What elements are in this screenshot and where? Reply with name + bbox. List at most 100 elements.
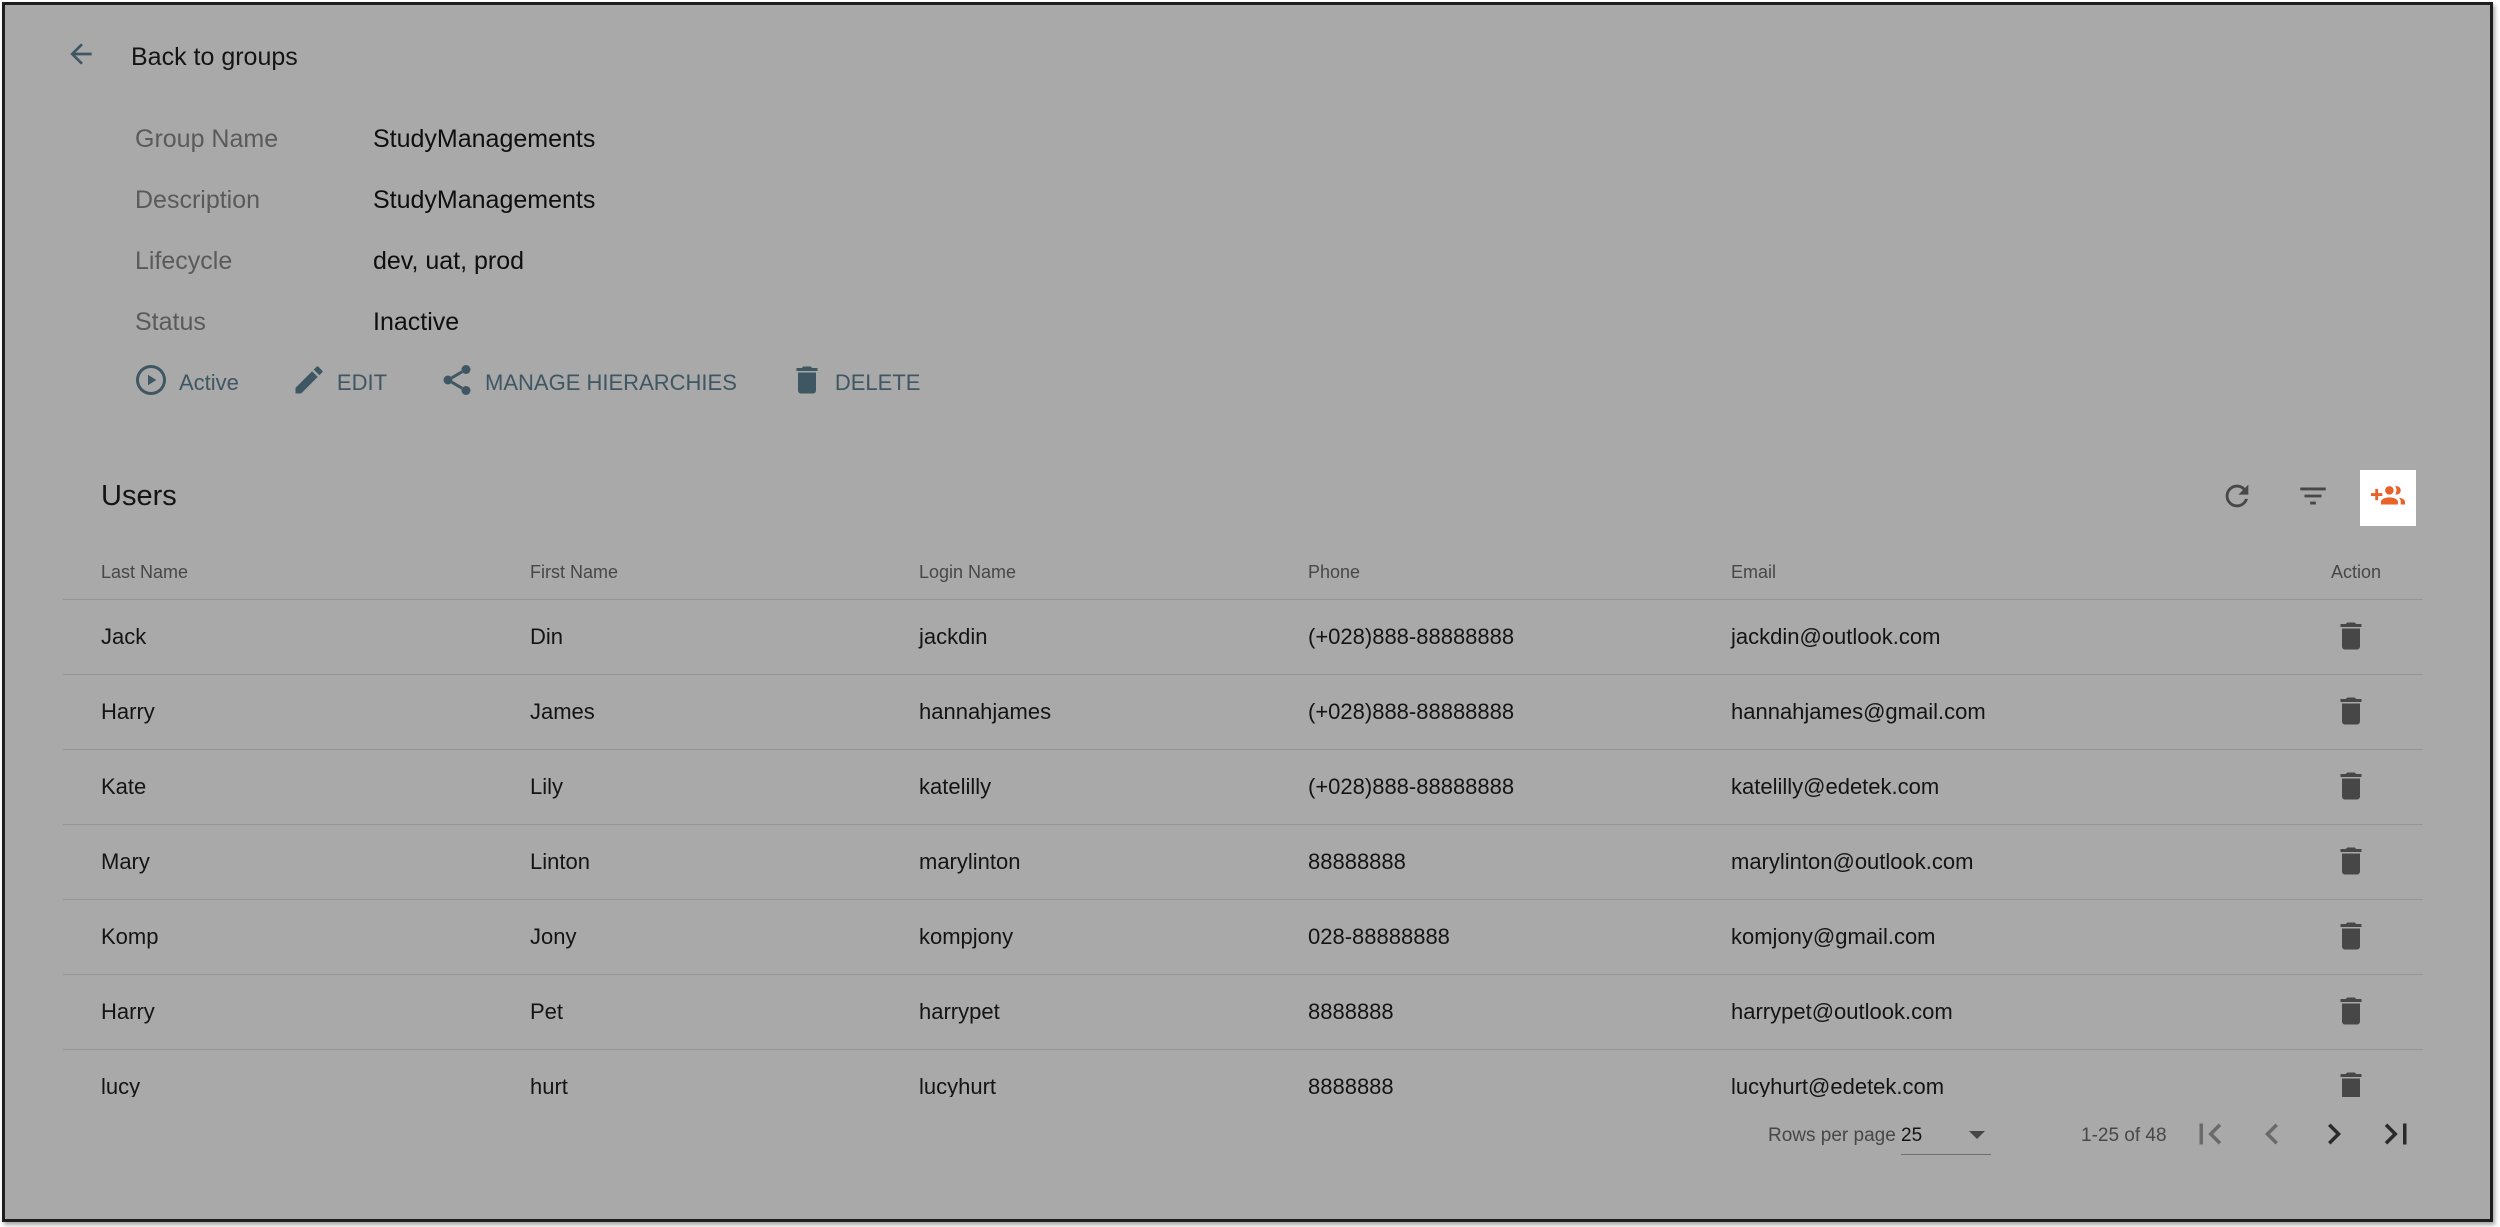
delete-group-button[interactable]: DELETE bbox=[789, 362, 921, 404]
add-users-button[interactable] bbox=[2360, 470, 2416, 526]
delete-label: DELETE bbox=[834, 370, 921, 395]
delete-row-button[interactable] bbox=[2333, 843, 2373, 883]
edit-button[interactable]: EDIT bbox=[291, 363, 387, 403]
pencil-icon bbox=[291, 362, 327, 404]
last-name-cell: Jack bbox=[101, 624, 147, 649]
chevron-right-icon bbox=[2328, 1123, 2341, 1145]
email-cell: jackdin@outlook.com bbox=[1731, 624, 1941, 649]
last-name-cell: lucy bbox=[101, 1074, 141, 1097]
phone-cell: (+028)888-88888888 bbox=[1308, 699, 1515, 724]
status-row: Status Inactive bbox=[135, 292, 595, 353]
trash-icon bbox=[2340, 922, 2362, 950]
pagination-bar: Rows per page 25 1-25 of 48 bbox=[63, 1097, 2443, 1180]
share-icon bbox=[439, 362, 475, 404]
previous-page-button[interactable] bbox=[2251, 1113, 2295, 1157]
page-range: 1-25 of 48 bbox=[2081, 1125, 2167, 1146]
last-page-button[interactable] bbox=[2375, 1113, 2419, 1157]
table-row[interactable]: lucy hurt lucyhurt 8888888 lucyhurt@edet… bbox=[63, 1050, 2423, 1097]
table-row[interactable]: Harry Pet harrypet 8888888 harrypet@outl… bbox=[63, 975, 2423, 1050]
first-name-cell: Lily bbox=[530, 774, 564, 799]
filter-list-icon bbox=[2296, 479, 2330, 518]
delete-row-button[interactable] bbox=[2333, 768, 2373, 808]
refresh-icon bbox=[2220, 479, 2254, 518]
description-row: Description StudyManagements bbox=[135, 170, 595, 231]
column-header[interactable]: Last Name bbox=[101, 562, 188, 583]
phone-cell: 8888888 bbox=[1308, 1074, 1394, 1097]
group-add-icon bbox=[2371, 479, 2405, 518]
delete-row-button[interactable] bbox=[2333, 618, 2373, 658]
table-row[interactable]: Komp Jony kompjony 028-88888888 komjony@… bbox=[63, 900, 2423, 975]
users-panel: Users Last Name First Name Login Name Ph… bbox=[63, 460, 2443, 1180]
phone-cell: 88888888 bbox=[1308, 849, 1406, 874]
first-name-cell: Din bbox=[530, 624, 564, 649]
last-name-cell: Komp bbox=[101, 924, 159, 949]
trash-icon bbox=[2340, 772, 2362, 800]
column-header[interactable]: First Name bbox=[530, 562, 618, 583]
login-name-cell: jackdin bbox=[919, 624, 988, 649]
first-page-icon bbox=[2199, 1123, 2222, 1145]
phone-cell: (+028)888-88888888 bbox=[1308, 774, 1515, 799]
lifecycle-row: Lifecycle dev, uat, prod bbox=[135, 231, 595, 292]
phone-cell: 8888888 bbox=[1308, 999, 1394, 1024]
last-name-cell: Harry bbox=[101, 999, 155, 1024]
chevron-left-icon bbox=[2265, 1123, 2278, 1145]
back-label: Back to groups bbox=[131, 42, 298, 71]
column-header[interactable]: Phone bbox=[1308, 562, 1360, 583]
delete-row-button[interactable] bbox=[2333, 693, 2373, 733]
trash-icon bbox=[789, 362, 825, 404]
trash-icon bbox=[2340, 847, 2362, 875]
first-page-button[interactable] bbox=[2189, 1113, 2233, 1157]
back-to-groups-link[interactable]: Back to groups bbox=[65, 35, 298, 79]
arrow-back-icon bbox=[65, 38, 97, 77]
field-label: Description bbox=[135, 186, 261, 214]
phone-cell: 028-88888888 bbox=[1308, 924, 1450, 949]
rows-per-page-label: Rows per page bbox=[1768, 1125, 1896, 1146]
table-body: Jack Din jackdin (+028)888-88888888 jack… bbox=[63, 600, 2423, 1097]
delete-row-button[interactable] bbox=[2333, 918, 2373, 958]
email-cell: marylinton@outlook.com bbox=[1731, 849, 1974, 874]
play-circle-icon bbox=[133, 362, 169, 404]
manage-hierarchies-button[interactable]: MANAGE HIERARCHIES bbox=[439, 363, 737, 403]
group-name-row: Group Name StudyManagements bbox=[135, 109, 595, 170]
trash-icon bbox=[2340, 1072, 2362, 1097]
login-name-cell: kompjony bbox=[919, 924, 1014, 949]
trash-icon bbox=[2340, 997, 2362, 1025]
login-name-cell: marylinton bbox=[919, 849, 1021, 874]
first-name-cell: Pet bbox=[530, 999, 564, 1024]
login-name-cell: harrypet bbox=[919, 999, 1000, 1024]
login-name-cell: hannahjames bbox=[919, 699, 1052, 724]
first-name-cell: James bbox=[530, 699, 595, 724]
last-page-icon bbox=[2384, 1123, 2407, 1145]
column-header[interactable]: Email bbox=[1731, 562, 1776, 583]
app-window: Back to groups Group Name StudyManagemen… bbox=[2, 2, 2493, 1222]
field-value: Inactive bbox=[373, 308, 460, 336]
table-row[interactable]: Jack Din jackdin (+028)888-88888888 jack… bbox=[63, 600, 2423, 675]
first-name-cell: Linton bbox=[530, 849, 590, 874]
table-header: Last Name First Name Login Name Phone Em… bbox=[63, 546, 2423, 600]
email-cell: lucyhurt@edetek.com bbox=[1731, 1074, 1945, 1097]
delete-row-button[interactable] bbox=[2333, 993, 2373, 1033]
column-header[interactable]: Login Name bbox=[919, 562, 1016, 583]
field-label: Status bbox=[135, 308, 206, 336]
users-title: Users bbox=[101, 480, 177, 512]
table-row[interactable]: Harry James hannahjames (+028)888-888888… bbox=[63, 675, 2423, 750]
login-name-cell: katelilly bbox=[919, 774, 992, 799]
group-actions: Active EDIT MANAGE HIERARCHIES DELETE bbox=[133, 363, 972, 403]
delete-row-button[interactable] bbox=[2333, 1068, 2373, 1097]
group-details: Group Name StudyManagements Description … bbox=[135, 109, 595, 353]
field-value: StudyManagements bbox=[373, 125, 596, 153]
rows-per-page-select[interactable]: 25 bbox=[1901, 1117, 1991, 1155]
edit-label: EDIT bbox=[336, 370, 388, 395]
table-row[interactable]: Mary Linton marylinton 88888888 marylint… bbox=[63, 825, 2423, 900]
refresh-button[interactable] bbox=[2209, 470, 2265, 526]
email-cell: komjony@gmail.com bbox=[1731, 924, 1936, 949]
next-page-button[interactable] bbox=[2313, 1113, 2357, 1157]
active-button[interactable]: Active bbox=[133, 363, 239, 403]
first-name-cell: Jony bbox=[530, 924, 577, 949]
last-name-cell: Harry bbox=[101, 699, 155, 724]
email-cell: harrypet@outlook.com bbox=[1731, 999, 1953, 1024]
column-header: Action bbox=[2331, 562, 2382, 582]
rows-per-page-value: 25 bbox=[1901, 1125, 1923, 1146]
filter-button[interactable] bbox=[2285, 470, 2341, 526]
table-row[interactable]: Kate Lily katelilly (+028)888-88888888 k… bbox=[63, 750, 2423, 825]
